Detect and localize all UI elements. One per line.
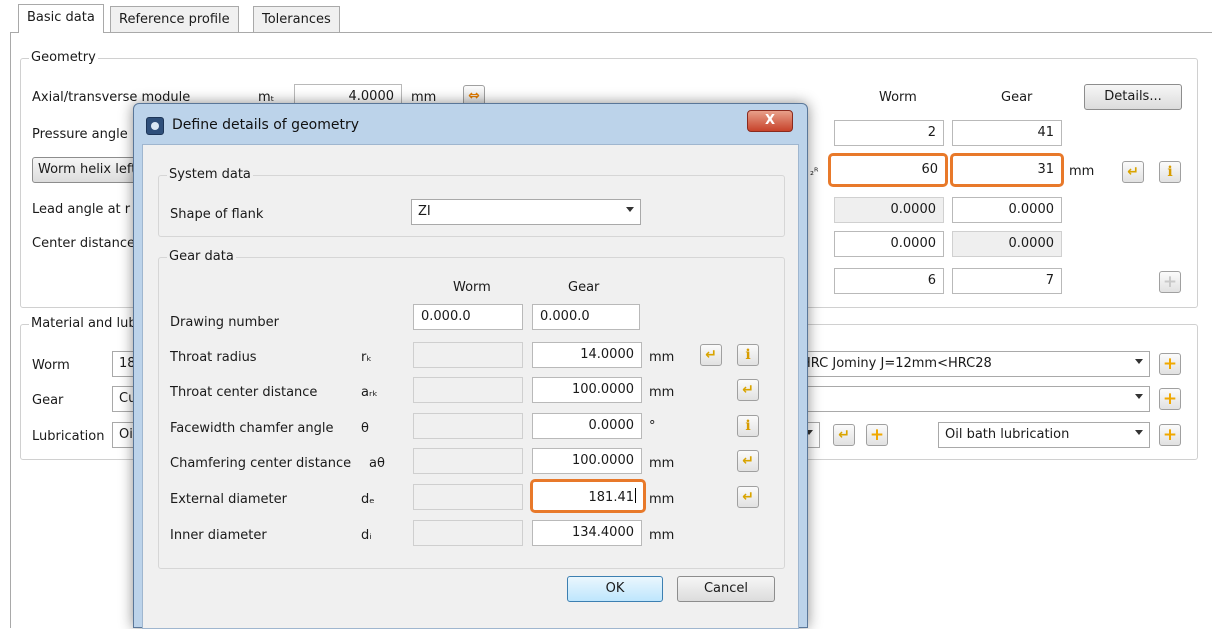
throat-center-unit: mm xyxy=(649,385,675,400)
ok-button[interactable]: OK xyxy=(567,576,663,602)
chevron-down-icon xyxy=(626,207,634,212)
chamfer-distance-symbol: aθ xyxy=(369,456,385,471)
plus-icon[interactable]: + xyxy=(1159,388,1181,410)
chamfer-distance-gear-input[interactable]: 100.0000 xyxy=(532,448,642,474)
drawing-number-gear-input[interactable]: 0.000.0 xyxy=(532,304,640,330)
gear-column-header: Gear xyxy=(1001,90,1033,105)
info-icon[interactable]: i xyxy=(737,344,759,366)
plus-icon[interactable]: + xyxy=(1159,353,1181,375)
external-diameter-gear-input[interactable]: 181.41 xyxy=(530,479,646,513)
arrow-icon[interactable]: ↵ xyxy=(737,379,759,401)
quality-gear-input[interactable]: 7 xyxy=(952,268,1062,294)
worm-material-dropdown[interactable]: HRC Jominy J=12mm<HRC28 xyxy=(794,351,1150,377)
chevron-down-icon xyxy=(1135,430,1143,435)
arrow-icon[interactable]: ↵ xyxy=(737,486,759,508)
teeth-worm-input[interactable]: 2 xyxy=(834,120,944,146)
text-cursor xyxy=(635,488,636,503)
geometry-group-title: Geometry xyxy=(29,50,98,65)
teeth-gear-input[interactable]: 41 xyxy=(952,120,1062,146)
gear-material-label: Gear xyxy=(32,393,64,408)
lead-worm-field: 0.0000 xyxy=(834,197,944,223)
throat-center-distance-symbol: aᵣₖ xyxy=(361,385,378,400)
material-group-title: Material and lub xyxy=(29,316,139,331)
gear-material-dropdown[interactable] xyxy=(794,386,1150,412)
inner-diameter-label: Inner diameter xyxy=(170,528,267,543)
lead-gear-input[interactable]: 0.0000 xyxy=(952,197,1062,223)
lubrication-method-value: Oil bath lubrication xyxy=(945,427,1070,442)
plus-icon: + xyxy=(1159,271,1181,293)
cancel-button[interactable]: Cancel xyxy=(677,576,775,602)
info-icon[interactable]: i xyxy=(1159,161,1181,183)
worm-material-value: HRC Jominy J=12mm<HRC28 xyxy=(801,356,992,371)
lead-angle-label: Lead angle at r xyxy=(32,202,131,217)
chamfer-angle-unit: ° xyxy=(649,419,656,434)
chamfer-angle-label: Facewidth chamfer angle xyxy=(170,421,334,436)
plus-icon[interactable]: + xyxy=(866,424,888,446)
facewidth-symbol: ₂ᴿ xyxy=(810,167,819,178)
facewidth-worm-input[interactable]: 60 xyxy=(828,153,948,187)
chamfer-angle-worm-field xyxy=(413,413,523,439)
throat-radius-symbol: rₖ xyxy=(361,350,372,365)
details-dialog: Define details of geometry X System data… xyxy=(133,103,808,629)
lubrication-label: Lubrication xyxy=(32,429,105,444)
inner-diameter-unit: mm xyxy=(649,528,675,543)
chamfer-distance-unit: mm xyxy=(649,456,675,471)
lubrication-method-dropdown[interactable]: Oil bath lubrication xyxy=(938,422,1150,448)
external-diameter-worm-field xyxy=(413,484,523,510)
arrow-icon[interactable]: ↵ xyxy=(700,344,722,366)
drawing-number-label: Drawing number xyxy=(170,315,279,330)
flank-shape-label: Shape of flank xyxy=(170,207,264,222)
chamfer-angle-symbol: θ xyxy=(361,421,369,436)
profile-shift-worm-input[interactable]: 0.0000 xyxy=(834,231,944,257)
dialog-body: System data Shape of flank ZI Gear data … xyxy=(142,144,799,629)
throat-center-worm-field xyxy=(413,377,523,403)
dialog-worm-header: Worm xyxy=(453,280,491,295)
system-data-title: System data xyxy=(167,167,253,182)
quality-worm-input[interactable]: 6 xyxy=(834,268,944,294)
tab-tolerances[interactable]: Tolerances xyxy=(253,6,340,32)
throat-center-distance-label: Throat center distance xyxy=(170,385,318,400)
tab-reference-profile[interactable]: Reference profile xyxy=(110,6,239,32)
arrow-icon[interactable]: ↵ xyxy=(833,424,855,446)
chevron-down-icon xyxy=(1135,359,1143,364)
info-icon[interactable]: i xyxy=(737,415,759,437)
throat-radius-gear-input[interactable]: 14.0000 xyxy=(532,342,642,368)
chamfer-angle-gear-input[interactable]: 0.0000 xyxy=(532,413,642,439)
tab-basic-data[interactable]: Basic data xyxy=(18,4,104,33)
pressure-angle-label: Pressure angle xyxy=(32,127,128,142)
worm-material-label: Worm xyxy=(32,358,70,373)
throat-radius-unit: mm xyxy=(649,350,675,365)
dialog-gear-header: Gear xyxy=(568,280,600,295)
throat-center-gear-input[interactable]: 100.0000 xyxy=(532,377,642,403)
close-icon[interactable]: X xyxy=(747,110,793,132)
external-diameter-label: External diameter xyxy=(170,492,287,507)
facewidth-gear-input[interactable]: 31 xyxy=(950,153,1064,187)
arrow-icon[interactable]: ↵ xyxy=(737,450,759,472)
facewidth-unit: mm xyxy=(1069,164,1095,179)
chevron-down-icon xyxy=(1135,394,1143,399)
inner-diameter-gear-input[interactable]: 134.4000 xyxy=(532,520,642,546)
chamfer-distance-worm-field xyxy=(413,448,523,474)
throat-radius-worm-field xyxy=(413,342,523,368)
inner-diameter-symbol: dᵢ xyxy=(361,528,372,543)
external-diameter-symbol: dₑ xyxy=(361,492,375,507)
center-distance-label: Center distance xyxy=(32,236,135,251)
arrow-icon[interactable]: ↵ xyxy=(1122,161,1144,183)
external-diameter-unit: mm xyxy=(649,492,675,507)
drawing-number-worm-input[interactable]: 0.000.0 xyxy=(413,304,523,330)
app-icon xyxy=(146,117,164,135)
throat-radius-label: Throat radius xyxy=(170,350,257,365)
flank-shape-value: ZI xyxy=(418,204,431,219)
external-diameter-value: 181.41 xyxy=(588,490,635,505)
dialog-title: Define details of geometry xyxy=(172,117,360,133)
flank-shape-select[interactable]: ZI xyxy=(411,199,641,225)
details-button[interactable]: Details... xyxy=(1084,84,1182,110)
plus-icon[interactable]: + xyxy=(1159,424,1181,446)
gear-data-title: Gear data xyxy=(167,249,236,264)
worm-column-header: Worm xyxy=(879,90,917,105)
inner-diameter-worm-field xyxy=(413,520,523,546)
chamfer-distance-label: Chamfering center distance xyxy=(170,456,352,471)
profile-shift-gear-field: 0.0000 xyxy=(952,231,1062,257)
